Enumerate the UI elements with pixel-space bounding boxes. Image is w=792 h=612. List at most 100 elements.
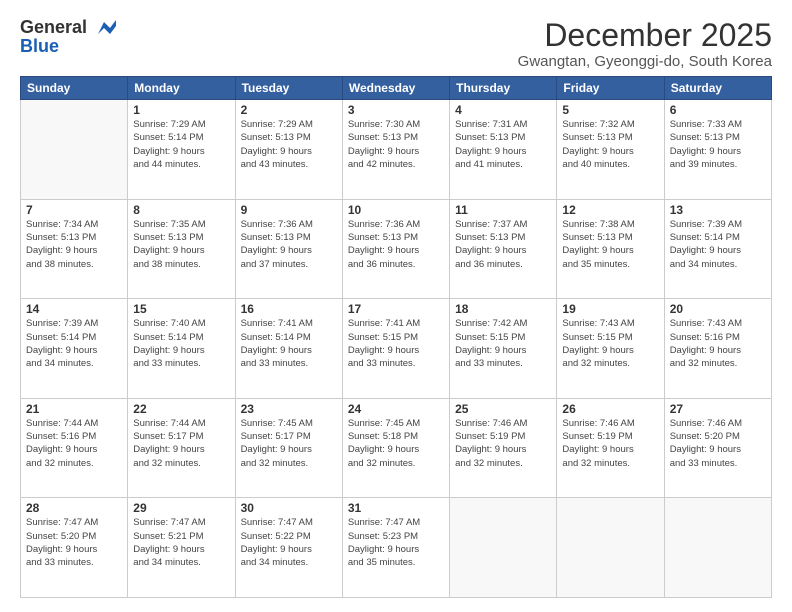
day-number: 2 <box>241 103 337 117</box>
calendar-day-cell: 12Sunrise: 7:38 AMSunset: 5:13 PMDayligh… <box>557 199 664 299</box>
day-info: Sunrise: 7:45 AMSunset: 5:17 PMDaylight:… <box>241 417 337 470</box>
day-number: 27 <box>670 402 766 416</box>
calendar-day-cell: 31Sunrise: 7:47 AMSunset: 5:23 PMDayligh… <box>342 498 449 598</box>
title-section: December 2025 Gwangtan, Gyeonggi-do, Sou… <box>518 18 772 70</box>
calendar-day-cell: 14Sunrise: 7:39 AMSunset: 5:14 PMDayligh… <box>21 299 128 399</box>
day-info: Sunrise: 7:44 AMSunset: 5:17 PMDaylight:… <box>133 417 229 470</box>
day-info: Sunrise: 7:43 AMSunset: 5:16 PMDaylight:… <box>670 317 766 370</box>
day-info: Sunrise: 7:46 AMSunset: 5:19 PMDaylight:… <box>562 417 658 470</box>
day-number: 29 <box>133 501 229 515</box>
calendar-day-cell: 17Sunrise: 7:41 AMSunset: 5:15 PMDayligh… <box>342 299 449 399</box>
day-number: 19 <box>562 302 658 316</box>
calendar-day-cell <box>450 498 557 598</box>
calendar-day-cell: 18Sunrise: 7:42 AMSunset: 5:15 PMDayligh… <box>450 299 557 399</box>
calendar-week-row: 28Sunrise: 7:47 AMSunset: 5:20 PMDayligh… <box>21 498 772 598</box>
day-info: Sunrise: 7:29 AMSunset: 5:13 PMDaylight:… <box>241 118 337 171</box>
calendar-day-cell <box>557 498 664 598</box>
day-number: 21 <box>26 402 122 416</box>
day-number: 26 <box>562 402 658 416</box>
day-info: Sunrise: 7:35 AMSunset: 5:13 PMDaylight:… <box>133 218 229 271</box>
day-info: Sunrise: 7:32 AMSunset: 5:13 PMDaylight:… <box>562 118 658 171</box>
calendar-day-cell: 4Sunrise: 7:31 AMSunset: 5:13 PMDaylight… <box>450 100 557 200</box>
calendar-week-row: 21Sunrise: 7:44 AMSunset: 5:16 PMDayligh… <box>21 398 772 498</box>
calendar-day-cell: 23Sunrise: 7:45 AMSunset: 5:17 PMDayligh… <box>235 398 342 498</box>
day-info: Sunrise: 7:44 AMSunset: 5:16 PMDaylight:… <box>26 417 122 470</box>
calendar-week-row: 14Sunrise: 7:39 AMSunset: 5:14 PMDayligh… <box>21 299 772 399</box>
day-number: 30 <box>241 501 337 515</box>
day-number: 6 <box>670 103 766 117</box>
day-info: Sunrise: 7:45 AMSunset: 5:18 PMDaylight:… <box>348 417 444 470</box>
page: General Blue December 2025 Gwangtan, Gye… <box>0 0 792 612</box>
logo-bird-icon <box>94 20 116 36</box>
calendar-day-cell: 2Sunrise: 7:29 AMSunset: 5:13 PMDaylight… <box>235 100 342 200</box>
day-info: Sunrise: 7:39 AMSunset: 5:14 PMDaylight:… <box>26 317 122 370</box>
calendar-table: SundayMondayTuesdayWednesdayThursdayFrid… <box>20 76 772 598</box>
calendar-day-cell: 27Sunrise: 7:46 AMSunset: 5:20 PMDayligh… <box>664 398 771 498</box>
day-number: 17 <box>348 302 444 316</box>
day-info: Sunrise: 7:41 AMSunset: 5:14 PMDaylight:… <box>241 317 337 370</box>
day-number: 10 <box>348 203 444 217</box>
day-number: 14 <box>26 302 122 316</box>
day-info: Sunrise: 7:30 AMSunset: 5:13 PMDaylight:… <box>348 118 444 171</box>
calendar-day-cell: 6Sunrise: 7:33 AMSunset: 5:13 PMDaylight… <box>664 100 771 200</box>
logo-blue-text: Blue <box>20 36 59 57</box>
day-number: 25 <box>455 402 551 416</box>
calendar-day-cell: 9Sunrise: 7:36 AMSunset: 5:13 PMDaylight… <box>235 199 342 299</box>
calendar-day-cell: 3Sunrise: 7:30 AMSunset: 5:13 PMDaylight… <box>342 100 449 200</box>
day-number: 4 <box>455 103 551 117</box>
day-number: 20 <box>670 302 766 316</box>
day-number: 1 <box>133 103 229 117</box>
day-info: Sunrise: 7:42 AMSunset: 5:15 PMDaylight:… <box>455 317 551 370</box>
day-number: 28 <box>26 501 122 515</box>
day-info: Sunrise: 7:47 AMSunset: 5:23 PMDaylight:… <box>348 516 444 569</box>
calendar-day-cell: 19Sunrise: 7:43 AMSunset: 5:15 PMDayligh… <box>557 299 664 399</box>
weekday-header: Thursday <box>450 77 557 100</box>
logo: General Blue <box>20 18 116 57</box>
calendar-day-cell: 21Sunrise: 7:44 AMSunset: 5:16 PMDayligh… <box>21 398 128 498</box>
calendar-day-cell: 7Sunrise: 7:34 AMSunset: 5:13 PMDaylight… <box>21 199 128 299</box>
calendar-day-cell: 1Sunrise: 7:29 AMSunset: 5:14 PMDaylight… <box>128 100 235 200</box>
day-number: 24 <box>348 402 444 416</box>
calendar-day-cell: 15Sunrise: 7:40 AMSunset: 5:14 PMDayligh… <box>128 299 235 399</box>
day-number: 12 <box>562 203 658 217</box>
calendar-day-cell <box>21 100 128 200</box>
calendar-day-cell: 24Sunrise: 7:45 AMSunset: 5:18 PMDayligh… <box>342 398 449 498</box>
day-number: 23 <box>241 402 337 416</box>
calendar-day-cell: 5Sunrise: 7:32 AMSunset: 5:13 PMDaylight… <box>557 100 664 200</box>
day-info: Sunrise: 7:36 AMSunset: 5:13 PMDaylight:… <box>348 218 444 271</box>
day-number: 13 <box>670 203 766 217</box>
calendar-week-row: 1Sunrise: 7:29 AMSunset: 5:14 PMDaylight… <box>21 100 772 200</box>
day-info: Sunrise: 7:46 AMSunset: 5:20 PMDaylight:… <box>670 417 766 470</box>
weekday-header: Tuesday <box>235 77 342 100</box>
calendar-day-cell: 26Sunrise: 7:46 AMSunset: 5:19 PMDayligh… <box>557 398 664 498</box>
calendar-day-cell <box>664 498 771 598</box>
day-info: Sunrise: 7:38 AMSunset: 5:13 PMDaylight:… <box>562 218 658 271</box>
calendar-day-cell: 8Sunrise: 7:35 AMSunset: 5:13 PMDaylight… <box>128 199 235 299</box>
day-info: Sunrise: 7:46 AMSunset: 5:19 PMDaylight:… <box>455 417 551 470</box>
header: General Blue December 2025 Gwangtan, Gye… <box>20 18 772 70</box>
day-number: 8 <box>133 203 229 217</box>
calendar-day-cell: 16Sunrise: 7:41 AMSunset: 5:14 PMDayligh… <box>235 299 342 399</box>
location: Gwangtan, Gyeonggi-do, South Korea <box>518 53 772 70</box>
weekday-header: Friday <box>557 77 664 100</box>
calendar-day-cell: 10Sunrise: 7:36 AMSunset: 5:13 PMDayligh… <box>342 199 449 299</box>
month-title: December 2025 <box>518 18 772 53</box>
day-info: Sunrise: 7:43 AMSunset: 5:15 PMDaylight:… <box>562 317 658 370</box>
day-number: 11 <box>455 203 551 217</box>
day-info: Sunrise: 7:40 AMSunset: 5:14 PMDaylight:… <box>133 317 229 370</box>
calendar-day-cell: 25Sunrise: 7:46 AMSunset: 5:19 PMDayligh… <box>450 398 557 498</box>
weekday-header: Wednesday <box>342 77 449 100</box>
day-number: 7 <box>26 203 122 217</box>
day-info: Sunrise: 7:33 AMSunset: 5:13 PMDaylight:… <box>670 118 766 171</box>
day-info: Sunrise: 7:34 AMSunset: 5:13 PMDaylight:… <box>26 218 122 271</box>
day-number: 22 <box>133 402 229 416</box>
day-info: Sunrise: 7:31 AMSunset: 5:13 PMDaylight:… <box>455 118 551 171</box>
weekday-header: Saturday <box>664 77 771 100</box>
weekday-header-row: SundayMondayTuesdayWednesdayThursdayFrid… <box>21 77 772 100</box>
calendar-day-cell: 28Sunrise: 7:47 AMSunset: 5:20 PMDayligh… <box>21 498 128 598</box>
day-info: Sunrise: 7:47 AMSunset: 5:21 PMDaylight:… <box>133 516 229 569</box>
calendar-day-cell: 29Sunrise: 7:47 AMSunset: 5:21 PMDayligh… <box>128 498 235 598</box>
day-number: 3 <box>348 103 444 117</box>
day-number: 16 <box>241 302 337 316</box>
calendar-day-cell: 30Sunrise: 7:47 AMSunset: 5:22 PMDayligh… <box>235 498 342 598</box>
